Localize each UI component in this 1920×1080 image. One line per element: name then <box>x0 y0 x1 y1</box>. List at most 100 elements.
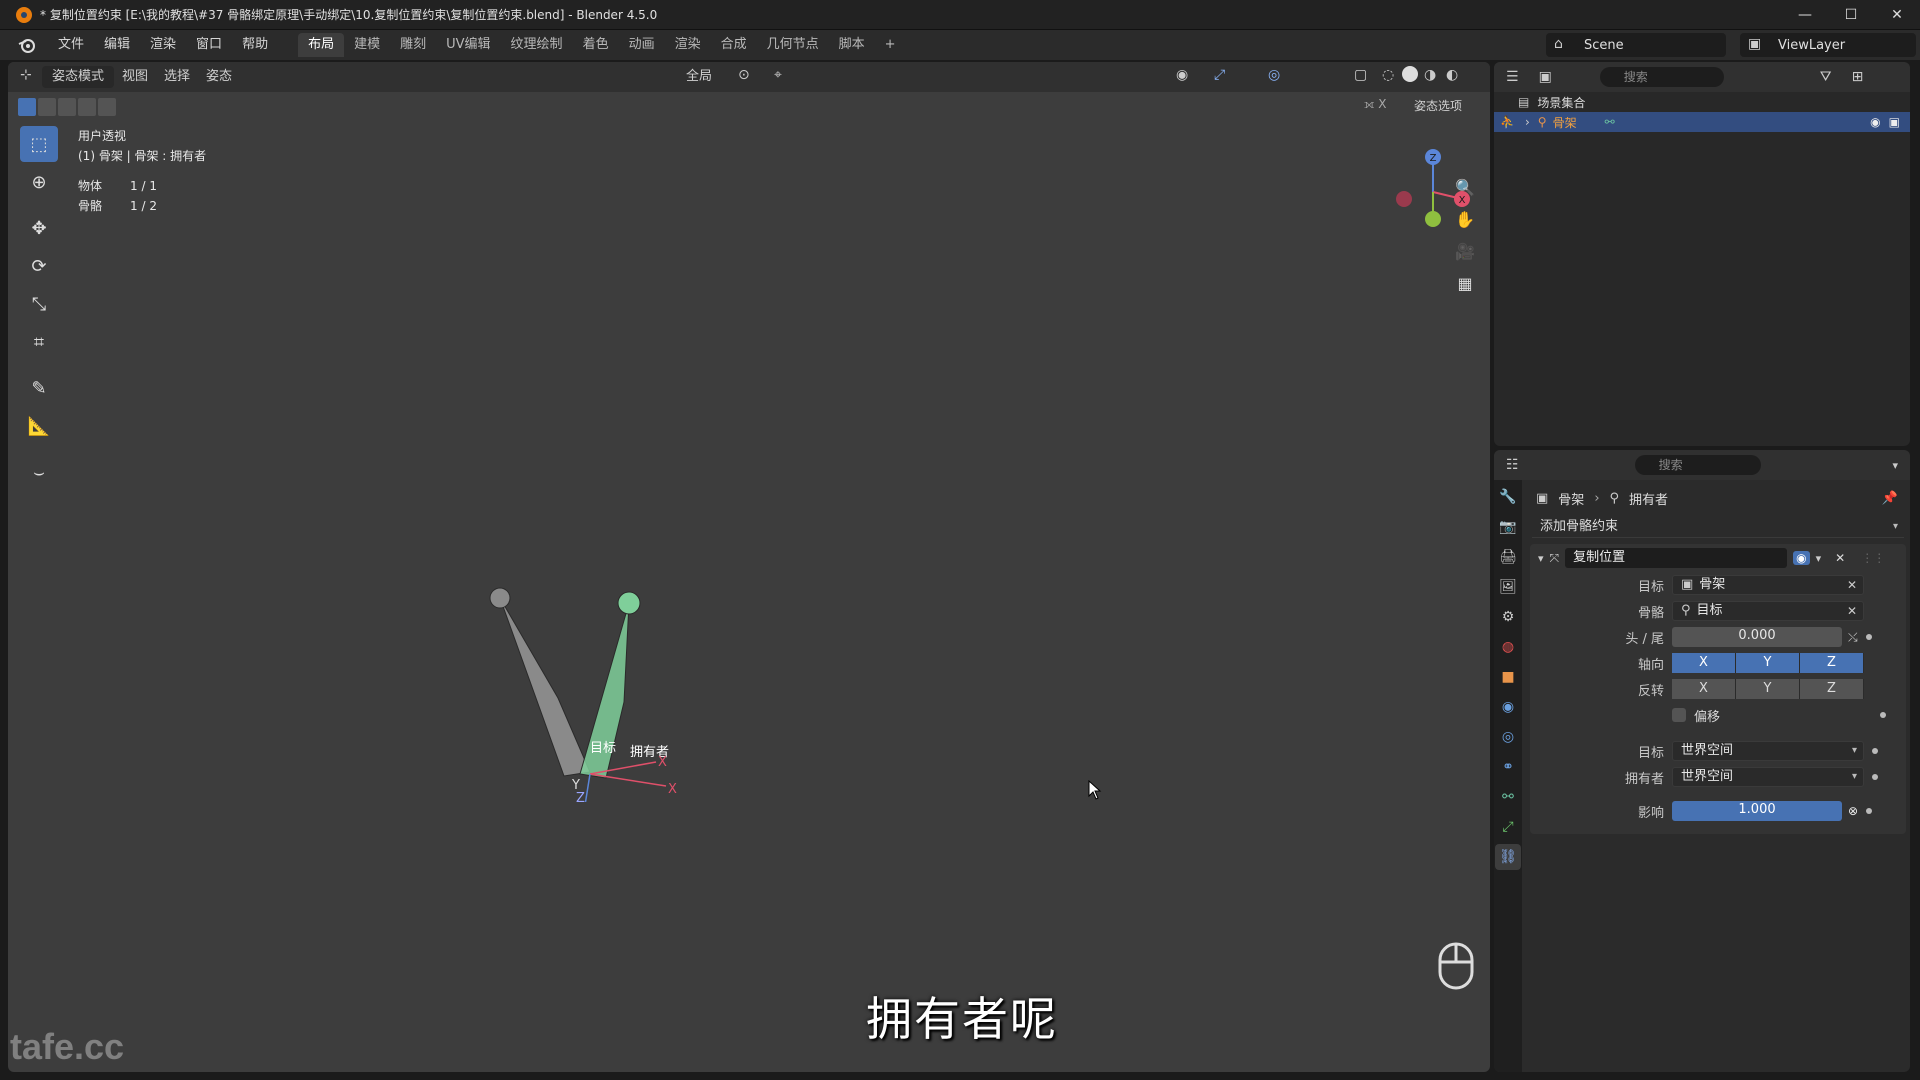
overlay-toggle-icon[interactable]: ◎ <box>1268 67 1280 83</box>
pose-options-dropdown[interactable]: 姿态选项 <box>1406 95 1470 117</box>
use-bbone-shape-icon[interactable]: ⤯ <box>1848 630 1858 645</box>
armature-scene[interactable]: 目标 拥有者 X X Y Z <box>478 562 708 802</box>
transform-tool-icon[interactable]: ⌗ <box>20 324 58 360</box>
tab-geometry-nodes[interactable]: 几何节点 <box>757 33 829 57</box>
options-chevron-icon[interactable]: ▾ <box>1892 459 1898 472</box>
keyframe-dot-icon[interactable] <box>1880 712 1887 718</box>
select-invert-mode-icon[interactable] <box>78 98 96 116</box>
view-layer-selector[interactable]: ▣ ViewLayer <box>1740 33 1916 57</box>
keyframe-dot-icon[interactable] <box>1872 748 1878 754</box>
cursor-tool-icon[interactable]: ⊕ <box>20 164 58 200</box>
owner-space-dropdown[interactable]: 世界空间 ▾ <box>1672 767 1864 787</box>
target-bone[interactable] <box>499 597 591 777</box>
modifier-tab-icon[interactable]: ◉ <box>1495 694 1521 720</box>
tab-modeling[interactable]: 建模 <box>344 33 390 57</box>
tab-animation[interactable]: 动画 <box>619 33 665 57</box>
perspective-toggle-icon[interactable]: ▦ <box>1450 268 1480 298</box>
target-space-dropdown[interactable]: 世界空间 ▾ <box>1672 741 1864 761</box>
menu-help[interactable]: 帮助 <box>232 34 278 56</box>
scale-tool-icon[interactable]: ⤡ <box>20 286 58 322</box>
3d-viewport[interactable]: ⊹ 姿态模式 视图 选择 姿态 全局 ⊙ ⌖ ◉ ⤢ ◎ ▢ ◌ ◑ ◐ ⟗ X… <box>8 62 1490 1072</box>
outliner-search-input[interactable]: 搜索 <box>1599 67 1724 87</box>
mode-dropdown[interactable]: 姿态模式 <box>42 66 115 88</box>
scene-tab-icon[interactable]: ⚙ <box>1495 604 1521 630</box>
tab-scripting[interactable]: 脚本 <box>829 33 875 57</box>
select-intersect-mode-icon[interactable] <box>98 98 116 116</box>
visibility-icon[interactable]: ◉ <box>1176 67 1188 83</box>
menu-view[interactable]: 视图 <box>114 66 156 88</box>
outliner-row-scene-collection[interactable]: ▤ 场景集合 <box>1494 92 1910 112</box>
object-constraint-tab-icon[interactable]: ⚭ <box>1495 754 1521 780</box>
select-box-mode-icon[interactable] <box>18 98 36 116</box>
delete-constraint-icon[interactable]: ✕ <box>1835 551 1845 565</box>
render-camera-icon[interactable]: ▣ <box>1889 115 1900 129</box>
x-mirror-icon[interactable]: ⟗ X <box>1364 97 1387 112</box>
head-tail-slider[interactable]: 0.000 <box>1672 627 1842 647</box>
new-collection-icon[interactable]: ⊞ <box>1852 69 1864 85</box>
camera-view-icon[interactable]: 🎥 <box>1450 236 1480 266</box>
subtarget-bone-field[interactable]: ⚲ 目标 ✕ <box>1672 601 1864 621</box>
snap-icon[interactable]: ⌖ <box>774 67 782 83</box>
xray-toggle-icon[interactable]: ▢ <box>1354 67 1367 83</box>
menu-select[interactable]: 选择 <box>156 66 198 88</box>
influence-slider[interactable]: 1.000 <box>1672 801 1842 821</box>
keyframe-dot-icon[interactable] <box>1866 808 1873 814</box>
target-bone-tail[interactable] <box>489 587 511 609</box>
armature-data-tab-icon[interactable]: ⚯ <box>1495 784 1521 810</box>
relax-tool-icon[interactable]: ⌣ <box>20 454 58 490</box>
tab-rendering[interactable]: 渲染 <box>665 33 711 57</box>
select-box-tool-icon[interactable]: ⬚ <box>20 126 58 162</box>
constraint-name-field[interactable]: 复制位置 <box>1565 548 1788 568</box>
menu-window[interactable]: 窗口 <box>186 34 232 56</box>
editor-type-icon[interactable]: ⊹ <box>20 67 32 83</box>
invert-y-toggle[interactable]: Y <box>1736 679 1800 699</box>
outliner-editor-icon[interactable]: ☰ <box>1506 69 1519 85</box>
drag-handle-icon[interactable]: ⋮⋮ <box>1861 551 1885 565</box>
menu-render[interactable]: 渲染 <box>140 34 186 56</box>
scene-selector[interactable]: ⌂ Scene <box>1546 33 1726 57</box>
gizmo-neg-x-axis[interactable] <box>1396 191 1412 207</box>
tab-shading[interactable]: 着色 <box>573 33 619 57</box>
target-object-field[interactable]: ▣ 骨架 ✕ <box>1672 575 1864 595</box>
gizmo-toggle-icon[interactable]: ⤢ <box>1214 67 1225 83</box>
tab-uv-editing[interactable]: UV编辑 <box>436 33 500 57</box>
pose-mode-icon[interactable]: ⛹ <box>1500 115 1515 129</box>
pan-hand-icon[interactable]: ✋ <box>1450 204 1480 234</box>
invert-z-toggle[interactable]: Z <box>1800 679 1864 699</box>
clear-target-icon[interactable]: ✕ <box>1847 576 1857 594</box>
axis-z-toggle[interactable]: Z <box>1800 653 1864 673</box>
display-mode-icon[interactable]: ▣ <box>1539 69 1552 85</box>
object-tab-icon[interactable]: ■ <box>1495 664 1521 690</box>
enable-eye-icon[interactable]: ◉ <box>1793 551 1810 565</box>
tab-texture-paint[interactable]: 纹理绘制 <box>501 33 573 57</box>
output-tab-icon[interactable]: 🖨 <box>1495 544 1521 570</box>
view-layer-tab-icon[interactable]: 🖼 <box>1495 574 1521 600</box>
tab-layout[interactable]: 布局 <box>298 33 345 57</box>
keyframe-dot-icon[interactable] <box>1865 634 1872 640</box>
tab-sculpting[interactable]: 雕刻 <box>390 33 436 57</box>
select-subtract-mode-icon[interactable] <box>58 98 76 116</box>
blender-menu-icon[interactable] <box>18 36 36 54</box>
tab-compositing[interactable]: 合成 <box>711 33 757 57</box>
owner-bone-tail[interactable] <box>617 591 641 615</box>
world-tab-icon[interactable]: ◍ <box>1495 634 1521 660</box>
invert-x-toggle[interactable]: X <box>1672 679 1736 699</box>
offset-checkbox[interactable] <box>1672 708 1686 722</box>
menu-file[interactable]: 文件 <box>48 34 94 56</box>
annotate-tool-icon[interactable]: ✎ <box>20 370 58 406</box>
wireframe-shading-icon[interactable]: ◌ <box>1382 67 1394 83</box>
solid-shading-icon[interactable] <box>1402 66 1418 82</box>
rendered-shading-icon[interactable]: ◐ <box>1446 67 1458 83</box>
transform-orientation-dropdown[interactable]: 全局 <box>678 66 720 88</box>
minimize-button[interactable]: — <box>1782 0 1828 30</box>
tool-tab-icon[interactable]: 🔧 <box>1495 484 1521 510</box>
add-bone-constraint-dropdown[interactable]: 添加骨骼约束 ▾ <box>1532 516 1904 538</box>
clear-bone-icon[interactable]: ✕ <box>1847 602 1857 620</box>
visibility-eye-icon[interactable]: ◉ <box>1870 115 1880 129</box>
move-tool-icon[interactable]: ✥ <box>20 210 58 246</box>
extra-options-chevron-icon[interactable]: ▾ <box>1816 552 1822 565</box>
axis-y-toggle[interactable]: Y <box>1736 653 1800 673</box>
pivot-point-icon[interactable]: ⊙ <box>738 67 750 83</box>
disable-keep-transform-icon[interactable]: ⊗ <box>1848 804 1858 818</box>
properties-search-input[interactable]: 搜索 <box>1634 455 1761 475</box>
